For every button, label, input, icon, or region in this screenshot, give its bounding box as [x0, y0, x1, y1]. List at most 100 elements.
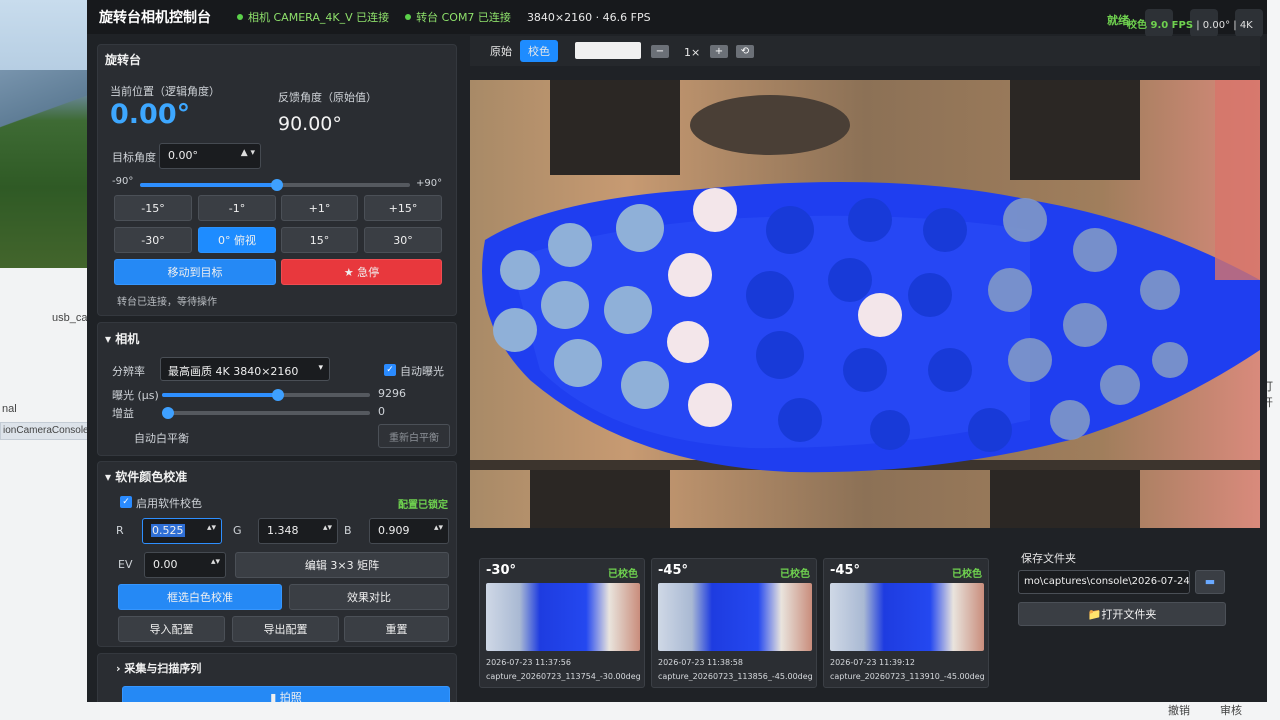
camera-frame-image: [470, 80, 1260, 528]
viewer-toolbar: 原始 校色 − 1× + ⟲: [470, 36, 1260, 66]
g-input[interactable]: 1.348 ▴▾: [258, 518, 338, 544]
live-camera-view[interactable]: [470, 80, 1260, 528]
thumbnail-corrected-badge: 已校色: [952, 569, 982, 580]
spin-arrows-icon[interactable]: ▴▾: [434, 523, 443, 533]
step-minus-1-button[interactable]: -1°: [198, 195, 276, 221]
enable-color-checkbox[interactable]: ✓: [120, 496, 132, 508]
r-input[interactable]: 0.525 ▴▾: [142, 518, 222, 544]
feedback-angle-value: 90.00°: [278, 113, 342, 135]
import-config-button[interactable]: 导入配置: [118, 616, 225, 642]
folder-icon: ▬: [1204, 575, 1216, 588]
g-label: G: [233, 524, 242, 537]
config-locked-badge: 配置已锁定: [398, 500, 448, 511]
turntable-status-hint: 转台已连接，等待操作: [117, 297, 217, 308]
gain-label: 增益: [112, 407, 134, 420]
thumbnail-timestamp: 2026-07-23 11:39:12: [830, 658, 915, 667]
open-folder-button[interactable]: 📁打开文件夹: [1018, 602, 1226, 626]
background-landscape-photo: [0, 0, 95, 268]
zoom-out-button[interactable]: −: [651, 45, 669, 58]
gain-slider-knob[interactable]: [162, 407, 174, 419]
capture-history: -30° 已校色 2026-07-23 11:37:56 capture_202…: [470, 548, 990, 693]
spin-arrows-icon[interactable]: ▴▾: [323, 523, 332, 533]
auto-white-balance-label: 自动白平衡: [134, 432, 189, 445]
preset-30-button[interactable]: 30°: [364, 227, 442, 253]
viewer-search-input[interactable]: [575, 42, 641, 59]
spin-arrows-icon[interactable]: ▴▾: [211, 557, 220, 567]
capture-thumbnail[interactable]: -30° 已校色 2026-07-23 11:37:56 capture_202…: [479, 558, 645, 688]
preset-topdown-button[interactable]: 0° 俯视: [198, 227, 276, 253]
thumbnail-filename: capture_20260723_113754_-30.00deg_c: [486, 672, 640, 681]
tab-corrected[interactable]: 校色: [520, 40, 558, 62]
turntable-status: 转台 COM7 已连接: [405, 9, 511, 25]
thumbnail-image: [658, 583, 812, 651]
auto-exposure-label: 自动曝光: [400, 365, 444, 378]
step-plus-1-button[interactable]: +1°: [281, 195, 358, 221]
background-text: nal: [2, 403, 17, 415]
resolution-label: 分辨率: [112, 365, 145, 378]
angle-slider[interactable]: [140, 179, 410, 191]
scan-section-title[interactable]: › 采集与扫描序列: [98, 654, 456, 682]
chevron-down-icon: ▾: [318, 363, 323, 373]
preset-minus-30-button[interactable]: -30°: [114, 227, 192, 253]
auto-exposure-checkbox[interactable]: ✓: [384, 364, 396, 376]
corrected-fps: 校色 9.0 FPS: [1127, 20, 1194, 31]
g-value: 1.348: [267, 524, 299, 537]
target-angle-input[interactable]: 0.00° ▲ ▾: [159, 143, 261, 169]
b-label: B: [344, 524, 352, 537]
thumbnail-image: [486, 583, 640, 651]
ev-input[interactable]: 0.00 ▴▾: [144, 552, 226, 578]
zoom-level: 1×: [684, 45, 701, 59]
app-title: 旋转台相机控制台: [99, 10, 211, 26]
slider-min-label: -90°: [112, 176, 134, 187]
exposure-slider-knob[interactable]: [272, 389, 284, 401]
r-value: 0.525: [151, 524, 185, 537]
exposure-slider[interactable]: [162, 389, 370, 401]
effect-compare-button[interactable]: 效果对比: [289, 584, 449, 610]
browse-folder-button[interactable]: ▬: [1195, 570, 1225, 594]
viewer-resolution-tag: 4K: [1239, 20, 1253, 31]
step-minus-15-button[interactable]: -15°: [114, 195, 192, 221]
enable-color-label: 启用软件校色: [136, 497, 202, 510]
capture-thumbnail[interactable]: -45° 已校色 2026-07-23 11:38:58 capture_202…: [651, 558, 817, 688]
save-path-input[interactable]: mo\captures\console\2026-07-24: [1018, 570, 1190, 594]
scan-sequence-card: › 采集与扫描序列 ▮ 拍照: [97, 653, 457, 702]
save-folder-panel: 保存文件夹 mo\captures\console\2026-07-24 ▬ 📁…: [1015, 548, 1255, 693]
exposure-label: 曝光 (μs): [112, 389, 159, 402]
resolution-select[interactable]: 最高画质 4K 3840×2160 ▾: [160, 357, 330, 381]
color-section-title: ▾ 软件颜色校准: [105, 470, 188, 484]
tab-original[interactable]: 原始: [482, 40, 520, 62]
viewer-status: 校色 9.0 FPS | 0.00° | 4K: [1127, 20, 1253, 31]
rewhite-balance-button[interactable]: 重新白平衡: [378, 424, 450, 448]
capture-thumbnail[interactable]: -45° 已校色 2026-07-23 11:39:12 capture_202…: [823, 558, 989, 688]
reset-button[interactable]: 重置: [344, 616, 449, 642]
thumbnail-timestamp: 2026-07-23 11:38:58: [658, 658, 743, 667]
fit-view-button[interactable]: ⟲: [736, 45, 754, 58]
gain-slider[interactable]: [162, 407, 370, 419]
thumbnail-angle: -45°: [830, 563, 860, 578]
angle-slider-knob[interactable]: [271, 179, 283, 191]
camera-section-title: ▾ 相机: [105, 332, 140, 346]
thumbnail-timestamp: 2026-07-23 11:37:56: [486, 658, 571, 667]
zoom-in-button[interactable]: +: [710, 45, 728, 58]
current-position-label: 当前位置（逻辑角度）: [110, 85, 220, 98]
spin-arrows-icon[interactable]: ▲ ▾: [241, 148, 255, 158]
background-tab: ionCameraConsole: [0, 422, 100, 440]
background-text: 撤销: [1168, 705, 1190, 717]
resolution-fps: 3840×2160 · 46.6 FPS: [526, 10, 651, 24]
step-plus-15-button[interactable]: +15°: [364, 195, 442, 221]
capture-button[interactable]: ▮ 拍照: [122, 686, 450, 702]
spin-arrows-icon[interactable]: ▴▾: [207, 523, 216, 533]
background-text: 审核: [1220, 705, 1242, 717]
preset-15-button[interactable]: 15°: [281, 227, 358, 253]
title-bar: 旋转台相机控制台 相机 CAMERA_4K_V 已连接 转台 COM7 已连接 …: [87, 0, 1267, 34]
edit-matrix-button[interactable]: 编辑 3×3 矩阵: [235, 552, 449, 578]
exposure-value: 9296: [378, 387, 406, 400]
export-config-button[interactable]: 导出配置: [232, 616, 339, 642]
turntable-card: 旋转台 当前位置（逻辑角度） 0.00° 反馈角度（原始值） 90.00° 目标…: [97, 44, 457, 316]
move-to-target-button[interactable]: 移动到目标: [114, 259, 276, 285]
angle-slider-fill: [140, 183, 277, 187]
frame-white-calibration-button[interactable]: 框选白色校准: [118, 584, 282, 610]
emergency-stop-button[interactable]: ★ 急停: [281, 259, 442, 285]
background-taskbar: 撤销 审核: [100, 700, 1280, 720]
b-input[interactable]: 0.909 ▴▾: [369, 518, 449, 544]
